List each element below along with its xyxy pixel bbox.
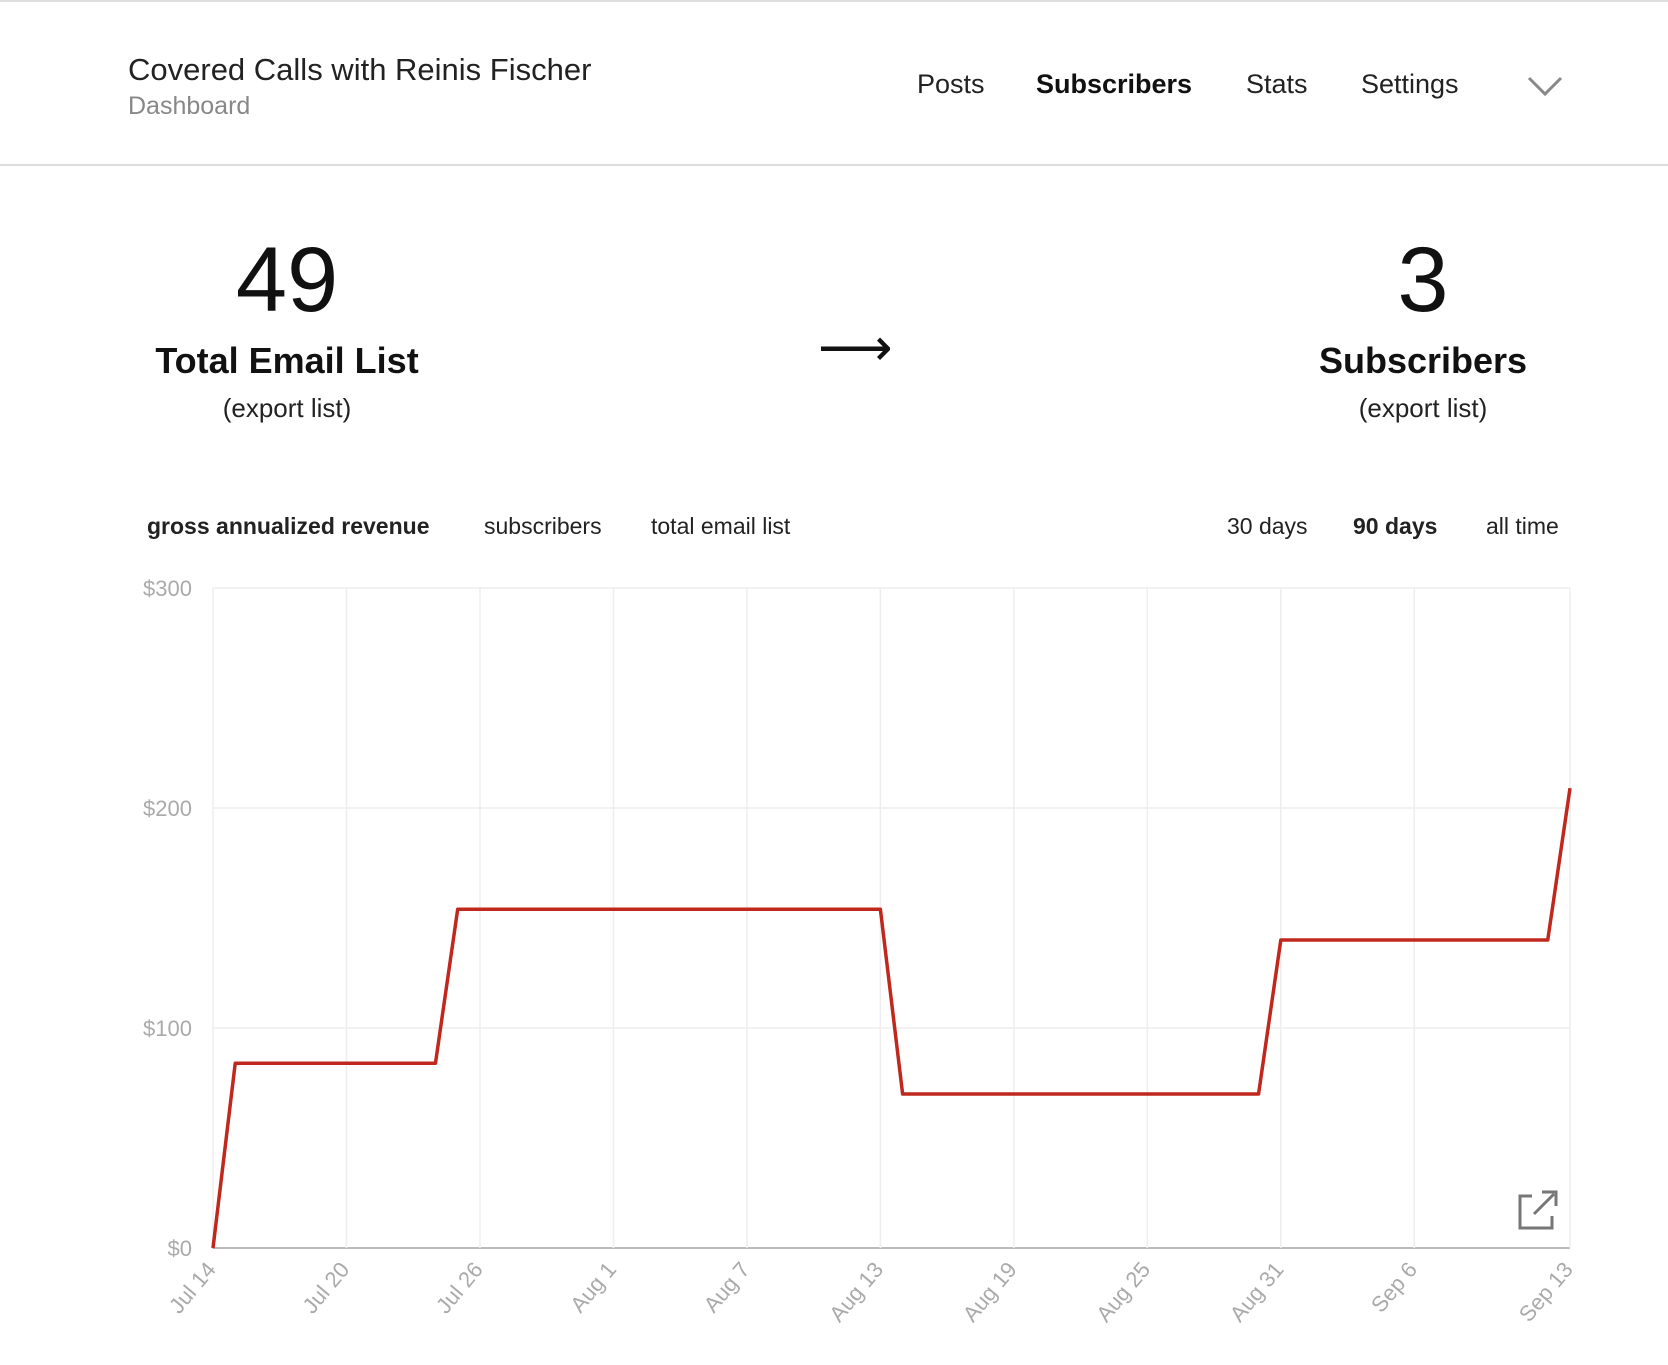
y-tick-label: $100 <box>143 1016 192 1041</box>
x-tick-label: Aug 19 <box>958 1257 1022 1326</box>
data-point <box>1280 939 1282 941</box>
data-point <box>1547 939 1549 941</box>
x-tick-label: Aug 31 <box>1225 1257 1289 1326</box>
data-point <box>1258 1093 1260 1095</box>
data-point <box>234 1062 236 1064</box>
x-tick-label: Jul 26 <box>431 1257 488 1318</box>
y-tick-label: $200 <box>143 796 192 821</box>
data-point <box>902 1093 904 1095</box>
x-tick-label: Aug 1 <box>565 1257 621 1317</box>
revenue-chart: $0 $100 $200 $300 Jul 14 Jul 20 Jul 26 Aug 1 Aug… <box>143 576 1578 1327</box>
x-tick-label: Jul 20 <box>297 1257 354 1318</box>
y-tick-label: $300 <box>143 576 192 601</box>
data-point <box>434 1062 436 1064</box>
x-tick-label: Sep 13 <box>1514 1257 1578 1326</box>
external-link-icon[interactable] <box>1518 1190 1558 1230</box>
x-tick-label: Aug 25 <box>1091 1257 1155 1326</box>
revenue-line <box>211 787 1572 1249</box>
data-point <box>879 908 881 910</box>
x-tick-label: Aug 7 <box>699 1257 755 1317</box>
data-point <box>212 1247 214 1249</box>
x-tick-label: Sep 6 <box>1366 1257 1422 1317</box>
data-point <box>1569 787 1571 789</box>
x-tick-label: Aug 13 <box>824 1257 888 1326</box>
x-tick-label: Jul 14 <box>164 1257 221 1318</box>
data-point <box>457 908 459 910</box>
y-tick-label: $0 <box>168 1236 192 1261</box>
